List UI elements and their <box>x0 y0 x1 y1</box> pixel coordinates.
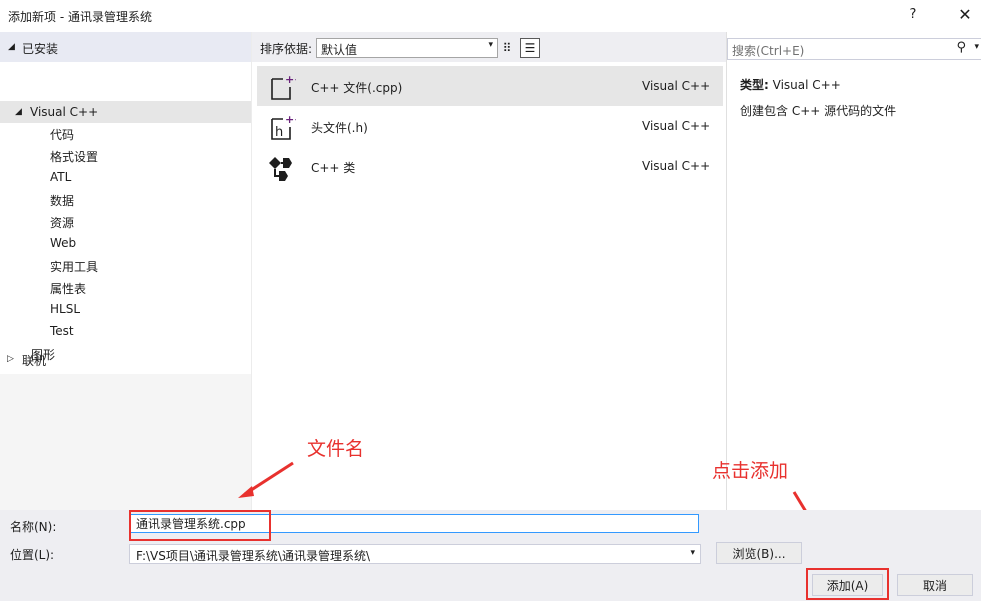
tree-node-label: 已安装 <box>22 42 59 56</box>
tree-node-label: 联机 <box>22 354 47 368</box>
search-input[interactable]: 搜索(Ctrl+E) ⚲ ▾ <box>727 38 981 60</box>
tree-item-resources[interactable]: 资源 <box>50 214 74 231</box>
tree-item-formatting[interactable]: 格式设置 <box>50 148 98 165</box>
tree-item-utility[interactable]: 实用工具 <box>50 258 98 275</box>
annotation-arrow-icon <box>238 461 294 498</box>
title-bar: 添加新项 - 通讯录管理系统 ? ✕ <box>0 0 981 32</box>
chevron-down-icon[interactable]: ▾ <box>974 42 979 52</box>
template-language: Visual C++ <box>642 119 711 133</box>
cpp-class-icon <box>269 157 292 181</box>
tree-item-code[interactable]: 代码 <box>50 126 74 143</box>
type-label: 类型: <box>740 78 769 92</box>
collapsed-triangle-icon[interactable]: ▷ <box>7 354 14 364</box>
svg-text:h: h <box>275 125 283 140</box>
type-value: Visual C++ <box>772 78 841 92</box>
tree-item-atl[interactable]: ATL <box>50 170 71 184</box>
tree-item-property-sheets[interactable]: 属性表 <box>50 280 86 297</box>
name-label: 名称(N): <box>10 520 57 534</box>
expanded-triangle-icon[interactable]: ◢ <box>15 107 22 117</box>
bottom-form: 名称(N): 位置(L): F:\VS项目\通讯录管理系统\通讯录管理系统\ ▾… <box>0 510 981 601</box>
list-view-icon[interactable]: ☰ <box>520 38 540 58</box>
template-language: Visual C++ <box>642 79 711 93</box>
tree-node-label: Visual C++ <box>30 105 99 119</box>
svg-text:++: ++ <box>285 73 296 86</box>
tree-item-web[interactable]: Web <box>50 236 76 250</box>
template-tree-panel: ◢ 已安装 ◢ Visual C++ 代码 格式设置 ATL 数据 资源 Web… <box>0 32 252 511</box>
sort-dropdown[interactable]: 默认值 ▾ <box>316 38 498 58</box>
template-type: 类型: Visual C++ <box>740 76 841 93</box>
template-name: C++ 类 <box>311 161 356 175</box>
tree-node-visual-cpp[interactable]: ◢ Visual C++ <box>0 101 251 123</box>
annotation-highlight-box <box>129 510 271 541</box>
location-dropdown[interactable]: F:\VS项目\通讯录管理系统\通讯录管理系统\ ▾ <box>129 544 701 564</box>
annotation-click-add: 点击添加 <box>712 460 789 482</box>
cancel-button[interactable]: 取消 <box>897 574 973 596</box>
search-placeholder: 搜索(Ctrl+E) <box>732 44 805 58</box>
tree-item-data[interactable]: 数据 <box>50 192 74 209</box>
browse-button[interactable]: 浏览(B)... <box>716 542 802 564</box>
tree-item-hlsl[interactable]: HLSL <box>50 302 80 316</box>
location-value: F:\VS项目\通讯录管理系统\通讯录管理系统\ <box>136 549 371 563</box>
search-icon[interactable]: ⚲ <box>956 40 966 55</box>
sort-label: 排序依据: <box>260 42 313 56</box>
tree-list: ◢ Visual C++ 代码 格式设置 ATL 数据 资源 Web 实用工具 … <box>0 62 251 374</box>
template-description: 创建包含 C++ 源代码的文件 <box>740 104 897 118</box>
chevron-down-icon: ▾ <box>488 40 493 50</box>
close-button[interactable]: ✕ <box>950 4 980 26</box>
sort-value: 默认值 <box>321 43 358 57</box>
chevron-down-icon: ▾ <box>690 548 695 558</box>
tree-node-online[interactable]: ▷ 联机 <box>0 348 251 370</box>
expanded-triangle-icon[interactable]: ◢ <box>8 42 15 52</box>
dialog-title: 添加新项 - 通讯录管理系统 <box>8 10 152 24</box>
template-name: C++ 文件(.cpp) <box>311 81 403 95</box>
template-row-header[interactable]: h ++ 头文件(.h) Visual C++ <box>257 106 723 146</box>
template-row-cpp[interactable]: ++ C++ 文件(.cpp) Visual C++ <box>257 66 723 106</box>
location-label: 位置(L): <box>10 548 55 562</box>
help-button[interactable]: ? <box>898 4 928 26</box>
annotation-highlight-box <box>806 568 889 600</box>
sort-toolbar: 排序依据: 默认值 ▾ ⠿ ☰ <box>252 32 726 62</box>
details-panel: 搜索(Ctrl+E) ⚲ ▾ 类型: Visual C++ 创建包含 C++ 源… <box>726 32 981 510</box>
annotation-filename: 文件名 <box>307 438 365 460</box>
svg-text:++: ++ <box>285 113 296 126</box>
small-icons-view-icon[interactable]: ⠿ <box>497 38 517 58</box>
header-file-icon: h ++ <box>271 113 296 140</box>
template-name: 头文件(.h) <box>311 121 368 135</box>
cpp-file-icon: ++ <box>271 73 296 100</box>
tree-item-test[interactable]: Test <box>50 324 74 338</box>
template-row-class[interactable]: C++ 类 Visual C++ <box>257 146 723 186</box>
template-language: Visual C++ <box>642 159 711 173</box>
tree-node-installed[interactable]: ◢ 已安装 <box>0 32 251 62</box>
